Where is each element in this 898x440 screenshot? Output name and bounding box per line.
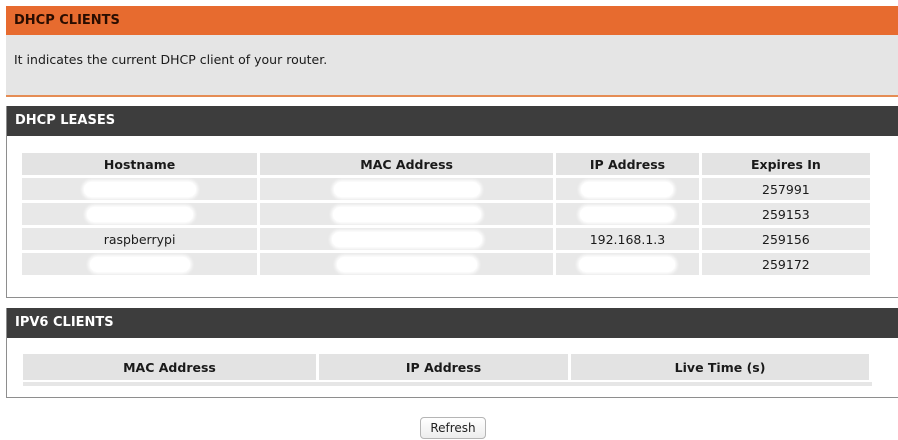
redacted-ip bbox=[579, 257, 676, 272]
dhcp-clients-description: It indicates the current DHCP client of … bbox=[14, 52, 328, 67]
column-header-ip-address: IP Address bbox=[318, 354, 569, 380]
column-header-expires-in: Expires In bbox=[701, 153, 870, 175]
ipv6-empty-row bbox=[23, 382, 872, 386]
mac-address-cell bbox=[260, 228, 554, 250]
mac-address-cell bbox=[260, 203, 554, 225]
dhcp-clients-header: DHCP CLIENTS bbox=[6, 6, 898, 35]
expires-in-cell: 259156 bbox=[701, 228, 870, 250]
dhcp-leases-table: Hostname MAC Address IP Address Expires … bbox=[19, 150, 873, 278]
ip-address-cell bbox=[556, 203, 699, 225]
ip-address-cell bbox=[556, 253, 699, 275]
expires-in-cell: 259153 bbox=[701, 203, 870, 225]
expires-in-cell: 257991 bbox=[701, 178, 870, 200]
dhcp-leases-section: DHCP LEASES Hostname MAC Address IP Addr… bbox=[6, 106, 898, 298]
column-header-ip-address: IP Address bbox=[556, 153, 699, 175]
dhcp-leases-header: DHCP LEASES bbox=[7, 106, 898, 136]
ipv6-clients-table: MAC Address IP Address Live Time (s) bbox=[20, 351, 872, 383]
hostname-cell: raspberrypi bbox=[22, 228, 258, 250]
redacted-mac bbox=[333, 182, 480, 197]
redacted-ip bbox=[581, 182, 674, 197]
dhcp-clients-section: DHCP CLIENTS It indicates the current DH… bbox=[6, 6, 898, 97]
table-row: 259172 bbox=[22, 253, 870, 275]
column-header-mac-address: MAC Address bbox=[260, 153, 554, 175]
redacted-mac bbox=[332, 207, 481, 222]
table-header-row: Hostname MAC Address IP Address Expires … bbox=[22, 153, 870, 175]
expires-in-cell: 259172 bbox=[701, 253, 870, 275]
mac-address-cell bbox=[260, 253, 554, 275]
column-header-live-time: Live Time (s) bbox=[571, 354, 869, 380]
table-header-row: MAC Address IP Address Live Time (s) bbox=[23, 354, 869, 380]
ipv6-clients-section: IPV6 CLIENTS MAC Address IP Address Live… bbox=[6, 308, 898, 398]
redacted-hostname bbox=[83, 182, 196, 197]
redacted-mac bbox=[336, 257, 477, 272]
table-row: raspberrypi 192.168.1.3 259156 bbox=[22, 228, 870, 250]
ipv6-clients-header: IPV6 CLIENTS bbox=[7, 308, 898, 338]
redacted-mac bbox=[331, 232, 482, 247]
redacted-hostname bbox=[89, 257, 190, 272]
ip-address-cell: 192.168.1.3 bbox=[556, 228, 699, 250]
table-row: 257991 bbox=[22, 178, 870, 200]
refresh-button[interactable]: Refresh bbox=[420, 417, 486, 439]
hostname-cell bbox=[22, 203, 258, 225]
hostname-cell bbox=[22, 253, 258, 275]
table-row: 259153 bbox=[22, 203, 870, 225]
router-dhcp-page: DHCP CLIENTS It indicates the current DH… bbox=[0, 0, 898, 440]
column-header-mac-address: MAC Address bbox=[23, 354, 316, 380]
hostname-cell bbox=[22, 178, 258, 200]
ip-address-cell bbox=[556, 178, 699, 200]
mac-address-cell bbox=[260, 178, 554, 200]
column-header-hostname: Hostname bbox=[22, 153, 258, 175]
redacted-hostname bbox=[86, 207, 193, 222]
redacted-ip bbox=[580, 207, 675, 222]
